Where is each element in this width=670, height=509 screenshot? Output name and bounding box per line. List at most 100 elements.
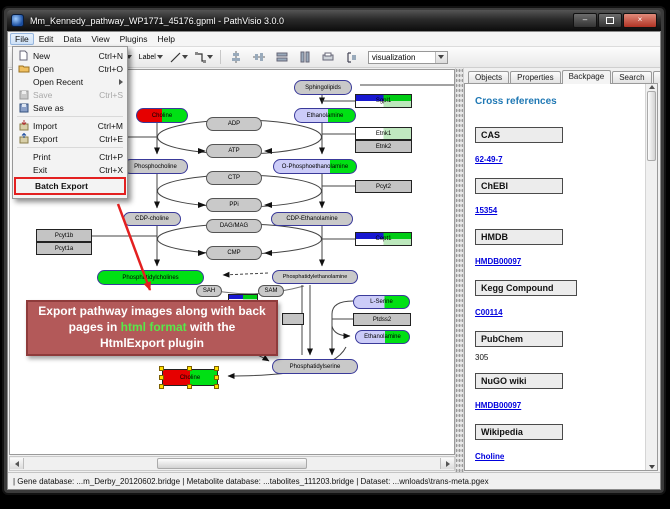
tab-legend[interactable]: Legend bbox=[653, 71, 661, 83]
maximize-button[interactable] bbox=[598, 13, 622, 28]
file-menu-batch-export[interactable]: Batch Export bbox=[16, 179, 124, 193]
node-cdp-choline[interactable]: CDP-choline bbox=[123, 212, 181, 226]
app-icon bbox=[11, 14, 24, 27]
scroll-down-arrow[interactable] bbox=[649, 465, 655, 469]
annotation-callout: Export pathway images along with back pa… bbox=[26, 300, 278, 356]
xref-link[interactable]: 15354 bbox=[475, 206, 497, 215]
menu-edit[interactable]: Edit bbox=[34, 33, 59, 45]
scroll-up-arrow[interactable] bbox=[649, 85, 655, 89]
xref-link[interactable]: HMDB00097 bbox=[475, 257, 521, 266]
tab-backpage[interactable]: Backpage bbox=[562, 70, 612, 84]
file-menu-new[interactable]: NewCtrl+N bbox=[14, 49, 126, 62]
annotation-highlight: html format bbox=[121, 320, 187, 334]
horizontal-scrollbar[interactable] bbox=[9, 456, 455, 471]
selection-handle[interactable] bbox=[187, 384, 192, 389]
file-menu-import[interactable]: ImportCtrl+M bbox=[14, 119, 126, 132]
node-ppi[interactable]: PPi bbox=[206, 198, 262, 212]
node-phosphocholine[interactable]: Phosphocholine bbox=[123, 159, 188, 174]
xref-link[interactable]: Choline bbox=[475, 452, 504, 461]
export-image-button[interactable] bbox=[318, 48, 338, 66]
xref-link[interactable]: C00114 bbox=[475, 308, 503, 317]
close-button[interactable]: × bbox=[623, 13, 657, 28]
selection-handle[interactable] bbox=[159, 366, 164, 371]
node-adp[interactable]: ADP bbox=[206, 117, 262, 131]
horizontal-scroll-thumb[interactable] bbox=[157, 458, 307, 469]
xref-section-wikipedia: Wikipedia Choline bbox=[475, 424, 643, 464]
node-phosphatidylethanolamine[interactable]: Phosphatidylethanolamine bbox=[272, 270, 358, 284]
minimize-button[interactable]: – bbox=[573, 13, 597, 28]
line-tool-button[interactable] bbox=[168, 48, 190, 66]
node-etnk2[interactable]: Etnk2 bbox=[355, 140, 412, 153]
node-etnk1[interactable]: Etnk1 bbox=[355, 127, 412, 140]
new-file-icon bbox=[16, 50, 31, 61]
align-middle-button[interactable] bbox=[249, 48, 269, 66]
file-menu-save-as[interactable]: Save as bbox=[14, 101, 126, 114]
node-l-serine[interactable]: L-Serine bbox=[353, 295, 410, 309]
horizontal-scroll-track[interactable] bbox=[24, 458, 440, 469]
node-sah[interactable]: SAH bbox=[196, 285, 222, 297]
properties-pane-button[interactable] bbox=[341, 48, 361, 66]
xref-title: Wikipedia bbox=[475, 424, 563, 440]
node-phosphatidylserine[interactable]: Phosphatidylserine bbox=[272, 359, 358, 374]
tab-objects[interactable]: Objects bbox=[468, 71, 509, 83]
selection-handle[interactable] bbox=[214, 366, 219, 371]
file-menu-exit[interactable]: ExitCtrl+X bbox=[14, 163, 126, 176]
connector-icon bbox=[195, 52, 206, 63]
backpage-content: Cross references CAS 62-49-7 ChEBI 15354… bbox=[465, 84, 645, 470]
tab-properties[interactable]: Properties bbox=[510, 71, 560, 83]
panel-scrollbar[interactable] bbox=[645, 84, 657, 470]
node-pcyt1b[interactable]: Pcyt1b bbox=[36, 229, 92, 242]
node-cdp-ethanolamine[interactable]: CDP-Ethanolamine bbox=[271, 212, 353, 226]
menu-bar: File Edit Data View Plugins Help bbox=[8, 32, 660, 47]
visualization-combobox[interactable]: visualization bbox=[368, 51, 448, 64]
node-sphingolipids[interactable]: Sphingolipids bbox=[294, 80, 352, 95]
node-pcyt1a[interactable]: Pcyt1a bbox=[36, 242, 92, 255]
chevron-down-icon bbox=[207, 55, 213, 59]
node-phosphatidylcholines[interactable]: Phosphatidylcholines bbox=[97, 270, 204, 285]
menu-plugins[interactable]: Plugins bbox=[115, 33, 153, 45]
node-sam[interactable]: SAM bbox=[258, 285, 284, 297]
panel-splitter[interactable] bbox=[455, 68, 464, 472]
visualization-caret[interactable] bbox=[435, 52, 447, 63]
align-center-button[interactable] bbox=[226, 48, 246, 66]
label-tool-button[interactable]: Label bbox=[137, 48, 165, 66]
menu-data[interactable]: Data bbox=[58, 33, 86, 45]
tab-search[interactable]: Search bbox=[612, 71, 651, 83]
menu-view[interactable]: View bbox=[86, 33, 114, 45]
selection-handle[interactable] bbox=[159, 384, 164, 389]
node-choline-top[interactable]: Choline bbox=[136, 108, 188, 123]
title-bar[interactable]: Mm_Kennedy_pathway_WP1771_45176.gpml - P… bbox=[7, 10, 661, 31]
node-dag-mag[interactable]: DAG/MAG bbox=[206, 219, 262, 233]
file-menu-print[interactable]: PrintCtrl+P bbox=[14, 150, 126, 163]
menu-help[interactable]: Help bbox=[153, 33, 180, 45]
node-ptdss2[interactable]: Ptdss2 bbox=[353, 313, 411, 326]
connector-tool-button[interactable] bbox=[193, 48, 215, 66]
selection-handle[interactable] bbox=[214, 375, 219, 380]
selection-handle[interactable] bbox=[214, 384, 219, 389]
scroll-right-button[interactable] bbox=[440, 458, 454, 469]
file-menu-export[interactable]: ExportCtrl+E bbox=[14, 132, 126, 145]
file-menu-open-recent[interactable]: Open Recent bbox=[14, 75, 126, 88]
distribute-vertical-button[interactable] bbox=[295, 48, 315, 66]
node-o-phosphoethanolamine[interactable]: O-Phosphoethanolamine bbox=[273, 159, 357, 174]
xref-link[interactable]: 62-49-7 bbox=[475, 155, 503, 164]
distribute-horizontal-button[interactable] bbox=[272, 48, 292, 66]
scroll-left-button[interactable] bbox=[10, 458, 24, 469]
node-gene-partial[interactable] bbox=[282, 313, 304, 325]
node-ethanolamine-bottom[interactable]: Ethanolamine bbox=[355, 330, 410, 344]
menu-file[interactable]: File bbox=[10, 33, 34, 45]
node-atp[interactable]: ATP bbox=[206, 144, 262, 158]
node-ethanolamine-top[interactable]: Ethanolamine bbox=[294, 108, 356, 123]
selection-handle[interactable] bbox=[159, 375, 164, 380]
panel-scroll-thumb[interactable] bbox=[647, 91, 656, 161]
file-menu-open[interactable]: OpenCtrl+O bbox=[14, 62, 126, 75]
node-cept1[interactable]: Cept1 bbox=[355, 232, 412, 246]
side-panel-tabs: Objects Properties Backpage Search Legen… bbox=[464, 69, 658, 83]
xref-title: PubChem bbox=[475, 331, 563, 347]
node-cmp[interactable]: CMP bbox=[206, 246, 262, 260]
node-pcyt2[interactable]: Pcyt2 bbox=[355, 180, 412, 193]
node-sgpl1[interactable]: Sgpl1 bbox=[355, 94, 412, 108]
node-ctp[interactable]: CTP bbox=[206, 171, 262, 185]
xref-link[interactable]: HMDB00097 bbox=[475, 401, 521, 410]
selection-handle[interactable] bbox=[187, 366, 192, 371]
